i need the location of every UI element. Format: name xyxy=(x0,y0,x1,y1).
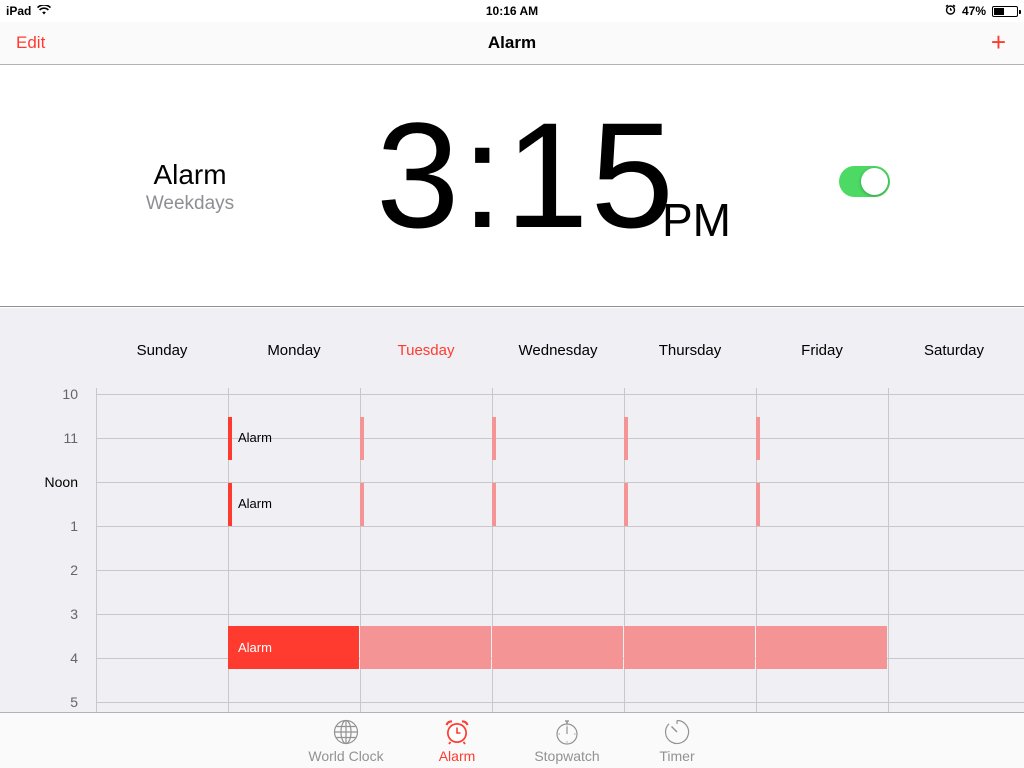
battery-percent: 47% xyxy=(961,4,986,18)
day-header-thursday: Thursday xyxy=(658,342,722,359)
tab-label: Timer xyxy=(659,748,695,764)
tab-label: Alarm xyxy=(438,748,476,764)
alarm-marker-wednesday-noon[interactable] xyxy=(492,483,496,526)
day-header-saturday: Saturday xyxy=(923,342,985,359)
week-schedule: Sunday Monday Tuesday Wednesday Thursday… xyxy=(0,308,1024,712)
alarm-marker-wednesday-11am[interactable] xyxy=(492,417,496,460)
alarm-ampm: PM xyxy=(662,194,731,246)
alarm-marker-thursday-11am[interactable] xyxy=(624,417,628,460)
add-alarm-button[interactable]: + xyxy=(991,27,1006,58)
status-time: 10:16 AM xyxy=(485,4,539,18)
alarm-block-wednesday[interactable] xyxy=(492,626,623,669)
hour-gridline xyxy=(96,614,1024,615)
alarm-marker-tuesday-noon[interactable] xyxy=(360,483,364,526)
hour-gridline xyxy=(96,438,1024,439)
hour-label-4: 4 xyxy=(70,650,78,666)
day-header-sunday: Sunday xyxy=(136,342,188,359)
day-gridline xyxy=(888,388,889,712)
day-header-tuesday: Tuesday xyxy=(397,342,455,359)
alarm-marker-label: Alarm xyxy=(238,430,272,445)
alarm-clock-icon xyxy=(445,720,469,745)
hour-label-10: 10 xyxy=(62,386,78,402)
alarm-marker-thursday-noon[interactable] xyxy=(624,483,628,526)
alarm-toggle[interactable] xyxy=(839,166,890,197)
hour-label-1: 1 xyxy=(70,518,78,534)
globe-icon xyxy=(333,719,359,745)
status-right: 47% xyxy=(945,4,1021,18)
battery-fill xyxy=(994,7,1004,15)
alarm-marker-monday-noon[interactable] xyxy=(228,483,232,526)
alarm-time: 3:15 xyxy=(376,91,676,259)
alarm-block-tuesday[interactable] xyxy=(360,626,491,669)
alarm-marker-friday-noon[interactable] xyxy=(756,483,760,526)
alarm-repeat: Weekdays xyxy=(145,193,235,214)
hour-gridline xyxy=(96,394,1024,395)
day-header-friday: Friday xyxy=(801,342,843,359)
hour-label-2: 2 xyxy=(70,562,78,578)
hour-label-5: 5 xyxy=(70,694,78,710)
alarm-card[interactable]: Alarm Weekdays 3:15 PM xyxy=(0,65,1024,307)
tab-world-clock[interactable]: World Clock xyxy=(291,719,401,764)
day-gridline xyxy=(96,388,97,712)
hour-gridline xyxy=(96,482,1024,483)
alarm-marker-label: Alarm xyxy=(238,496,272,511)
tab-label: Stopwatch xyxy=(534,748,600,764)
hour-label-3: 3 xyxy=(70,606,78,622)
battery-icon xyxy=(992,5,1021,17)
day-header-monday: Monday xyxy=(267,342,321,359)
tab-timer[interactable]: Timer xyxy=(622,719,732,764)
hour-label-noon: Noon xyxy=(44,474,78,490)
tab-alarm[interactable]: Alarm xyxy=(402,719,512,764)
hour-gridline xyxy=(96,702,1024,703)
hour-gridline xyxy=(96,526,1024,527)
alarm-block-thursday[interactable] xyxy=(624,626,755,669)
tab-stopwatch[interactable]: Stopwatch xyxy=(512,719,622,764)
alarm-status-icon xyxy=(945,4,956,18)
alarm-marker-friday-11am[interactable] xyxy=(756,417,760,460)
alarm-marker-monday-11am[interactable] xyxy=(228,417,232,460)
page-title: Alarm xyxy=(487,33,537,52)
alarm-block-monday[interactable]: Alarm xyxy=(228,626,359,669)
day-header-wednesday: Wednesday xyxy=(518,342,598,359)
alarm-block-friday[interactable] xyxy=(756,626,887,669)
nav-bar: Edit Alarm + xyxy=(0,22,1024,65)
hour-gridline xyxy=(96,570,1024,571)
stopwatch-icon xyxy=(556,720,578,745)
tab-bar: World Clock Alarm Stopwatch Timer xyxy=(0,712,1024,768)
alarm-label: Alarm xyxy=(153,159,227,190)
alarm-block-label: Alarm xyxy=(238,640,272,655)
alarm-marker-tuesday-11am[interactable] xyxy=(360,417,364,460)
tab-label: World Clock xyxy=(308,748,384,764)
hour-label-11: 11 xyxy=(63,430,78,446)
status-bar: iPad 10:16 AM 47% xyxy=(0,0,1024,22)
timer-icon xyxy=(664,719,690,745)
toggle-knob xyxy=(861,168,888,195)
